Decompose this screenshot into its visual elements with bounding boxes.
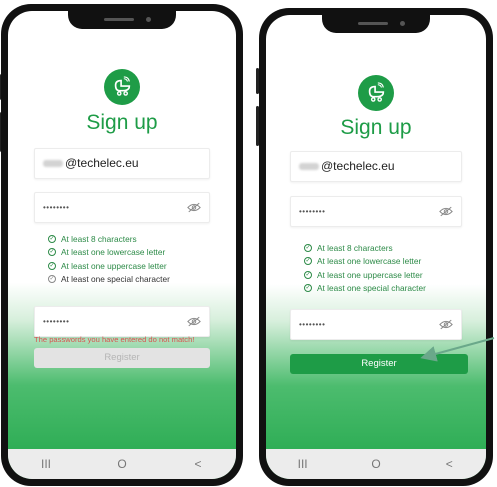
phone-right: Sign up @techelec.eu •••••••• ✓ At least … bbox=[256, 8, 493, 486]
front-camera bbox=[146, 17, 151, 22]
check-circle-icon: ✓ bbox=[304, 243, 312, 252]
rule-lowercase: ✓ At least one lowercase letter bbox=[48, 247, 166, 258]
front-camera bbox=[400, 21, 405, 26]
eye-off-icon[interactable] bbox=[439, 319, 453, 330]
back-button[interactable]: < bbox=[439, 457, 459, 471]
check-circle-icon: ✓ bbox=[48, 234, 56, 243]
check-circle-icon: ✓ bbox=[304, 284, 312, 293]
password-mismatch-error: The passwords you have entered do not ma… bbox=[34, 335, 195, 344]
eye-off-icon[interactable] bbox=[187, 202, 201, 213]
android-nav-bar: III O < bbox=[266, 449, 486, 479]
side-button bbox=[0, 112, 1, 152]
password-field[interactable]: •••••••• bbox=[34, 192, 210, 223]
page-title: Sign up bbox=[86, 111, 158, 134]
rule-uppercase: ✓ At least one uppercase letter bbox=[304, 269, 423, 280]
speaker bbox=[104, 18, 134, 21]
home-button[interactable]: O bbox=[112, 457, 132, 471]
redacted-email-prefix bbox=[299, 163, 319, 171]
password-rules: ✓ At least 8 characters ✓ At least one low… bbox=[48, 232, 170, 286]
check-circle-icon: ✓ bbox=[48, 261, 56, 270]
eye-off-icon[interactable] bbox=[439, 206, 453, 217]
check-circle-icon: ✓ bbox=[48, 275, 56, 284]
recents-button[interactable]: III bbox=[293, 457, 313, 471]
email-value: @techelec.eu bbox=[43, 149, 139, 178]
recents-button[interactable]: III bbox=[36, 457, 56, 471]
email-field[interactable]: @techelec.eu bbox=[34, 148, 210, 179]
email-field[interactable]: @techelec.eu bbox=[290, 151, 462, 182]
side-button bbox=[0, 74, 1, 100]
home-button[interactable]: O bbox=[366, 457, 386, 471]
baby-stroller-icon bbox=[114, 76, 131, 96]
screen-left: Sign up @techelec.eu •••••••• ✓ At least … bbox=[8, 11, 236, 479]
rule-special-char: ✓ At least one special character bbox=[304, 283, 426, 294]
app-logo-icon bbox=[104, 69, 140, 105]
check-circle-icon: ✓ bbox=[304, 257, 312, 266]
screen-right: Sign up @techelec.eu •••••••• ✓ At least … bbox=[266, 15, 486, 479]
confirm-password-field[interactable]: •••••••• bbox=[34, 306, 210, 337]
phone-left: Sign up @techelec.eu •••••••• ✓ At least … bbox=[0, 4, 243, 486]
password-field[interactable]: •••••••• bbox=[290, 196, 462, 227]
check-circle-icon: ✓ bbox=[304, 270, 312, 279]
page-title: Sign up bbox=[340, 116, 412, 139]
password-mask: •••••••• bbox=[299, 207, 326, 216]
notch bbox=[322, 15, 430, 33]
redacted-email-prefix bbox=[43, 160, 63, 168]
confirm-password-field[interactable]: •••••••• bbox=[290, 309, 462, 340]
register-button[interactable]: Register bbox=[34, 348, 210, 368]
rule-min-length: ✓ At least 8 characters bbox=[304, 242, 393, 253]
side-button bbox=[256, 106, 259, 146]
register-button[interactable]: Register bbox=[290, 354, 468, 374]
rule-lowercase: ✓ At least one lowercase letter bbox=[304, 256, 422, 267]
notch bbox=[68, 11, 176, 29]
android-nav-bar: III O < bbox=[8, 449, 236, 479]
email-value: @techelec.eu bbox=[299, 152, 395, 181]
rule-min-length: ✓ At least 8 characters bbox=[48, 233, 137, 244]
rule-special-char: ✓ At least one special character bbox=[48, 274, 170, 285]
eye-off-icon[interactable] bbox=[187, 316, 201, 327]
confirm-password-mask: •••••••• bbox=[299, 320, 326, 329]
password-rules: ✓ At least 8 characters ✓ At least one low… bbox=[304, 241, 426, 295]
password-mask: •••••••• bbox=[43, 203, 70, 212]
confirm-password-mask: •••••••• bbox=[43, 317, 70, 326]
rule-uppercase: ✓ At least one uppercase letter bbox=[48, 260, 167, 271]
side-button bbox=[256, 68, 259, 94]
app-logo-icon bbox=[358, 75, 394, 111]
speaker bbox=[358, 22, 388, 25]
back-button[interactable]: < bbox=[188, 457, 208, 471]
check-circle-icon: ✓ bbox=[48, 248, 56, 257]
baby-stroller-icon bbox=[368, 82, 385, 102]
